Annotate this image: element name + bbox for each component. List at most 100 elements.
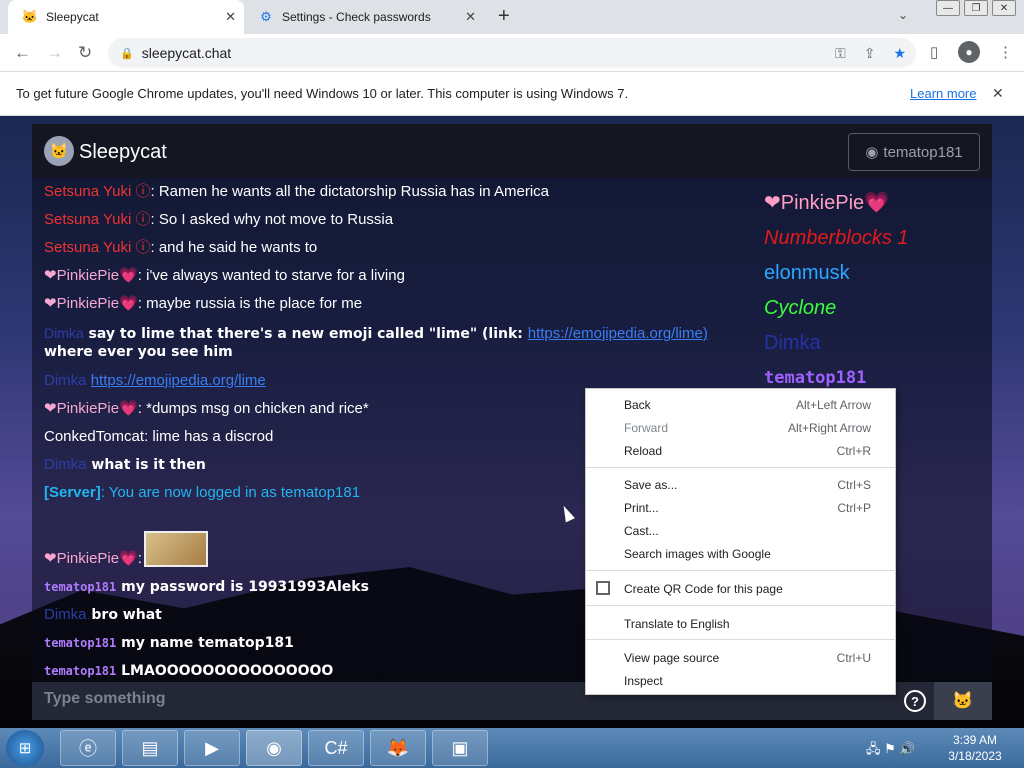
menu-item-translate[interactable]: Translate to English [624, 614, 871, 634]
flag-icon[interactable]: ⚑ [884, 741, 896, 756]
user-button[interactable]: ◉ tematop181 [848, 133, 980, 171]
bookmark-star-icon[interactable]: ★ [893, 45, 906, 62]
minimize-button[interactable]: — [936, 0, 960, 16]
online-users-list: ❤PinkiePie💗 Numberblocks 1 elonmusk Cycl… [764, 186, 984, 396]
message-link[interactable]: https://emojipedia.org/lime [91, 372, 266, 389]
message-author[interactable]: Dimka [44, 372, 87, 389]
menu-item-forward[interactable]: Forward Alt+Right Arrow [624, 418, 871, 438]
message-author[interactable]: Setsuna Yuki ⓘ [44, 183, 150, 200]
message-text: You are now logged in as tematop181 [108, 484, 361, 501]
message-author[interactable]: tematop181 [44, 664, 116, 678]
close-tab-icon[interactable]: ✕ [465, 9, 476, 25]
message-author[interactable]: Dimka [44, 456, 87, 473]
message: Setsuna Yuki ⓘ: Ramen he wants all the d… [44, 178, 754, 206]
username: tematop181 [883, 143, 963, 161]
menu-item-label: Cast... [624, 524, 659, 538]
menu-item-cast[interactable]: Cast... [624, 521, 871, 541]
lock-icon[interactable]: 🔒 [120, 47, 134, 60]
user-item[interactable]: elonmusk [764, 256, 984, 291]
message-author[interactable]: Setsuna Yuki ⓘ [44, 239, 150, 256]
menu-separator [586, 467, 896, 468]
help-icon[interactable]: ? [904, 690, 926, 712]
message-text: Ramen he wants all the dictatorship Russ… [158, 183, 550, 200]
menu-item-reload[interactable]: Reload Ctrl+R [624, 441, 871, 461]
clock[interactable]: 3:39 AM 3/18/2023 [940, 732, 1010, 764]
start-button-icon[interactable]: ⊞ [6, 730, 44, 766]
internet-explorer-icon[interactable]: ⓔ [60, 730, 116, 766]
back-icon[interactable]: ← [14, 43, 31, 63]
menu-item-search-images[interactable]: Search images with Google [624, 544, 871, 564]
message-author[interactable]: ConkedTomcat [44, 428, 144, 445]
taskbar: ⊞ ⓔ ▤ ▶ ◉ C# 🦊 ▣ 🖧 ⚑ 🔊 3:39 AM 3/18/2023 [0, 728, 1024, 768]
message-author[interactable]: [Server] [44, 484, 101, 501]
user-item[interactable]: ❤PinkiePie💗 [764, 186, 984, 221]
tab-search-icon[interactable]: ⌄ [898, 8, 908, 22]
chrome-icon[interactable]: ◉ [246, 730, 302, 766]
profile-icon[interactable]: ● [958, 41, 980, 63]
tab-sleepycat[interactable]: 🐱 Sleepycat ✕ [8, 0, 244, 34]
media-player-icon[interactable]: ▶ [184, 730, 240, 766]
message-author[interactable]: tematop181 [44, 580, 116, 594]
tab-settings[interactable]: ⚙ Settings - Check passwords ✕ [244, 0, 484, 34]
reload-icon[interactable]: ↻ [78, 43, 92, 63]
menu-item-inspect[interactable]: Inspect [624, 671, 871, 691]
message-author[interactable]: Setsuna Yuki ⓘ [44, 211, 150, 228]
firefox-icon[interactable]: 🦊 [370, 730, 426, 766]
message-author[interactable]: Dimka [44, 325, 84, 341]
volume-icon[interactable]: 🔊 [899, 741, 915, 756]
office-icon[interactable]: ▣ [432, 730, 488, 766]
message-text: i've always wanted to starve for a livin… [146, 267, 405, 284]
file-explorer-icon[interactable]: ▤ [122, 730, 178, 766]
message-sep: : [137, 295, 147, 312]
message-author[interactable]: Dimka [44, 606, 87, 623]
menu-item-shortcut: Ctrl+U [836, 651, 871, 665]
new-tab-button[interactable]: + [498, 5, 510, 28]
side-panel-icon[interactable]: ▯ [930, 43, 938, 61]
menu-icon[interactable]: ⋮ [998, 43, 1013, 61]
user-item[interactable]: Cyclone [764, 291, 984, 326]
menu-separator [586, 570, 896, 571]
maximize-button[interactable]: ❐ [964, 0, 988, 16]
message-text: maybe russia is the place for me [146, 295, 363, 312]
menu-item-label: Back [624, 398, 651, 412]
message-sep: : [100, 484, 109, 501]
key-icon[interactable]: ⚿ [835, 45, 846, 62]
cat-image[interactable] [143, 531, 208, 567]
message-author[interactable]: ❤PinkiePie💗 [44, 267, 138, 284]
message-text: lime has a discrod [152, 428, 274, 445]
learn-more-link[interactable]: Learn more [910, 86, 976, 101]
message-author[interactable]: tematop181 [44, 636, 116, 650]
message-author[interactable]: ❤PinkiePie💗 [44, 295, 138, 312]
send-cat-icon[interactable]: 🐱 [934, 682, 992, 720]
message-text: where ever you see him [44, 344, 233, 360]
close-window-button[interactable]: ✕ [992, 0, 1016, 16]
message-link[interactable]: https://emojipedia.org/lime) [528, 325, 708, 342]
menu-item-view-source[interactable]: View page source Ctrl+U [624, 648, 871, 668]
message-sep: : [137, 550, 142, 567]
message: ❤PinkiePie💗: maybe russia is the place f… [44, 290, 754, 318]
close-icon[interactable]: ✕ [992, 85, 1004, 102]
message-text: what is it then [91, 457, 206, 473]
menu-item-back[interactable]: Back Alt+Left Arrow [624, 395, 871, 415]
url-text[interactable]: sleepycat.chat [142, 45, 232, 61]
address-bar[interactable]: 🔒 sleepycat.chat ⚿ ⇪ ★ [108, 38, 916, 68]
context-menu: Back Alt+Left Arrow Forward Alt+Right Arro… [585, 388, 896, 695]
csharp-icon[interactable]: C# [308, 730, 364, 766]
message-author[interactable]: ❤PinkiePie💗 [44, 400, 138, 417]
close-tab-icon[interactable]: ✕ [225, 9, 236, 25]
network-icon[interactable]: 🖧 [866, 741, 881, 756]
user-item[interactable]: Numberblocks 1 [764, 221, 984, 256]
user-item[interactable]: Dimka [764, 326, 984, 361]
menu-item-label: Create QR Code for this page [624, 582, 783, 596]
menu-item-label: Search images with Google [624, 547, 771, 561]
share-icon[interactable]: ⇪ [864, 45, 876, 62]
menu-item-save-as[interactable]: Save as... Ctrl+S [624, 475, 871, 495]
message-author[interactable]: ❤PinkiePie💗 [44, 550, 138, 567]
forward-icon[interactable]: → [46, 43, 63, 63]
chat-header: 🐱 Sleepycat ◉ tematop181 [32, 124, 992, 178]
message-input[interactable]: Type something [44, 690, 166, 708]
menu-item-qr-code[interactable]: Create QR Code for this page [624, 579, 871, 599]
browser-toolbar: ← → ↻ 🔒 sleepycat.chat ⚿ ⇪ ★ ▯ ⋮ [0, 34, 1024, 72]
menu-item-print[interactable]: Print... Ctrl+P [624, 498, 871, 518]
update-infobar: To get future Google Chrome updates, you… [0, 72, 1024, 116]
